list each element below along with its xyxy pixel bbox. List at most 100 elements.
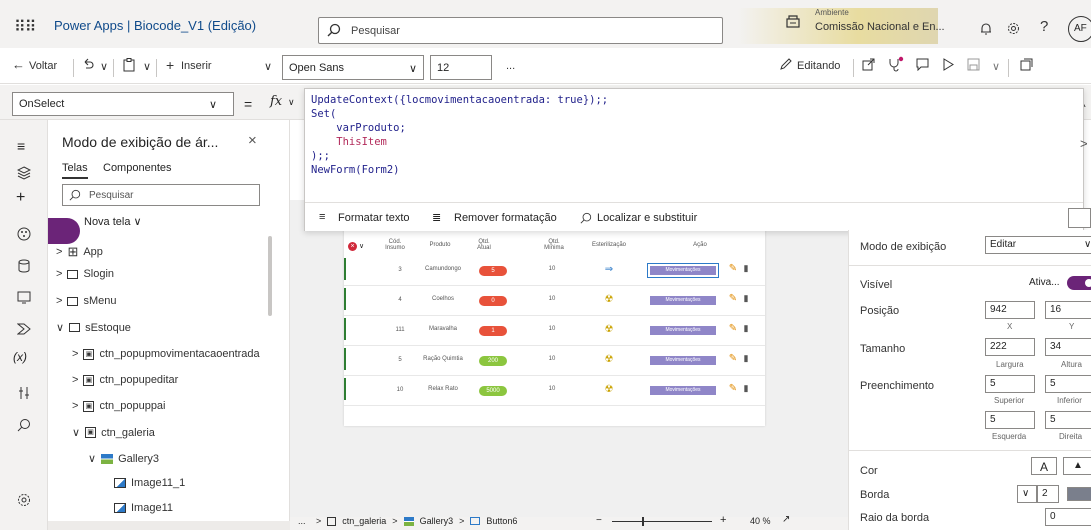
padding-left-input[interactable]: 5 xyxy=(985,411,1035,429)
more-options[interactable]: ... xyxy=(506,60,515,72)
advanced-tools-icon[interactable] xyxy=(18,386,30,400)
border-style-select[interactable]: ∨ xyxy=(1017,485,1037,503)
zoom-out-button[interactable]: − xyxy=(596,515,602,526)
chevron-down-icon[interactable]: ∨ xyxy=(100,60,108,73)
breadcrumb-item[interactable]: Gallery3 xyxy=(420,516,454,526)
tree-item-container[interactable]: > ▣ ctn_popupmovimentacaoentrada xyxy=(72,348,260,360)
environment-value[interactable]: Comissão Nacional e En... xyxy=(815,21,945,33)
zoom-slider-thumb[interactable] xyxy=(642,517,644,526)
settings-icon[interactable] xyxy=(1007,22,1020,35)
font-family-select[interactable]: Open Sans ∨ xyxy=(282,55,424,80)
back-arrow-icon[interactable]: ← xyxy=(12,57,25,72)
find-replace-button[interactable]: Localizar e substituir xyxy=(597,212,697,224)
pencil-icon[interactable]: ✎ xyxy=(728,293,738,304)
movements-button[interactable]: Movimentações xyxy=(650,356,716,365)
power-automate-icon[interactable] xyxy=(17,322,31,336)
delete-icon[interactable]: ▮ xyxy=(741,323,751,334)
share-icon[interactable] xyxy=(862,58,875,71)
search-icon[interactable] xyxy=(17,418,31,432)
pencil-icon[interactable] xyxy=(780,58,792,70)
fill-color-icon[interactable]: ▲ xyxy=(1063,457,1091,475)
chevron-down-icon[interactable]: ∨ xyxy=(288,97,295,108)
tree-item-app[interactable]: > ⊞ App xyxy=(56,244,103,260)
tree-item-container[interactable]: > ▣ ctn_popupeditar xyxy=(72,374,178,386)
padding-right-input[interactable]: 5 xyxy=(1045,411,1091,429)
tree-item-screen[interactable]: ∨ sEstoque xyxy=(56,321,131,335)
chevron-down-icon[interactable]: ∨ xyxy=(264,60,272,73)
menu-icon[interactable]: ≡ xyxy=(17,138,25,154)
delete-icon[interactable]: ▮ xyxy=(741,263,751,274)
variables-icon[interactable]: (x) xyxy=(13,350,27,364)
comments-icon[interactable] xyxy=(916,58,929,71)
padding-top-input[interactable]: 5 xyxy=(985,375,1035,393)
x-input[interactable]: 942 xyxy=(985,301,1035,319)
fit-to-window-icon[interactable]: ↗ xyxy=(782,514,790,525)
font-size-input[interactable]: 12 xyxy=(430,55,492,80)
notification-icon[interactable] xyxy=(980,22,992,35)
save-icon[interactable] xyxy=(967,58,980,71)
movements-button[interactable]: Movimentações xyxy=(650,386,716,395)
breadcrumb-item[interactable]: ctn_galeria xyxy=(342,516,386,526)
app-checker-icon[interactable] xyxy=(888,56,904,72)
pencil-icon[interactable]: ✎ xyxy=(728,353,738,364)
delete-icon[interactable]: ▮ xyxy=(741,353,751,364)
property-select[interactable]: OnSelect ∨ xyxy=(12,92,234,116)
media-icon[interactable] xyxy=(17,290,31,304)
data-icon[interactable] xyxy=(17,227,31,241)
tree-item-screen[interactable]: > sMenu xyxy=(56,295,116,307)
editing-status[interactable]: Editando xyxy=(797,60,840,72)
tree-item-image[interactable]: Image11 xyxy=(114,502,173,514)
chevron-down-icon[interactable]: ∨ xyxy=(992,60,1000,73)
undo-icon[interactable] xyxy=(82,58,94,72)
tab-screens[interactable]: Telas xyxy=(62,162,88,179)
publish-icon[interactable] xyxy=(1020,58,1033,71)
zoom-slider[interactable] xyxy=(612,517,712,526)
close-icon[interactable]: × xyxy=(248,132,257,149)
app-launcher-icon[interactable]: ⠿⠿ xyxy=(14,17,36,37)
selected-tree-item[interactable] xyxy=(48,521,290,530)
tree-item-container[interactable]: ∨ ▣ ctn_galeria xyxy=(72,426,155,440)
format-text-button[interactable]: Formatar texto xyxy=(338,212,410,224)
chevron-down-icon[interactable]: ∨ xyxy=(359,242,364,250)
border-color-swatch[interactable] xyxy=(1067,487,1091,501)
tree-item-image[interactable]: Image11_1 xyxy=(114,477,185,489)
close-icon[interactable]: × xyxy=(348,242,357,251)
tree-item-gallery[interactable]: ∨ Gallery3 xyxy=(88,452,159,466)
movements-button[interactable]: Movimentações xyxy=(647,263,719,278)
database-icon[interactable] xyxy=(17,259,31,273)
more-crumbs[interactable]: ... xyxy=(298,516,306,526)
padding-bottom-input[interactable]: 5 xyxy=(1045,375,1091,393)
tab-components[interactable]: Componentes xyxy=(103,162,172,174)
y-input[interactable]: 16 xyxy=(1045,301,1091,319)
chevron-down-icon[interactable]: ∨ xyxy=(143,60,151,73)
paste-icon[interactable] xyxy=(123,58,135,72)
width-input[interactable]: 222 xyxy=(985,338,1035,356)
scrollbar[interactable] xyxy=(268,236,272,316)
movements-button[interactable]: Movimentações xyxy=(650,296,716,305)
height-input[interactable]: 34 xyxy=(1045,338,1091,356)
avatar[interactable]: AF xyxy=(1068,16,1091,42)
tree-item-screen[interactable]: > Slogin xyxy=(56,268,114,280)
insert-button[interactable]: Inserir xyxy=(181,60,212,72)
display-mode-select[interactable]: Editar ∨ xyxy=(985,236,1091,254)
delete-icon[interactable]: ▮ xyxy=(741,293,751,304)
chevron-right-icon[interactable]: > xyxy=(1080,136,1088,151)
formula-code[interactable]: UpdateContext({locmovimentacaoentrada: t… xyxy=(311,93,608,177)
tree-view-icon[interactable] xyxy=(17,166,31,180)
pencil-icon[interactable]: ✎ xyxy=(728,323,738,334)
search-box[interactable]: Pesquisar xyxy=(318,17,723,44)
formula-editor[interactable]: UpdateContext({locmovimentacaoentrada: t… xyxy=(304,88,1084,231)
movements-button[interactable]: Movimentações xyxy=(650,326,716,335)
tree-search-input[interactable]: Pesquisar xyxy=(62,184,260,206)
zoom-in-button[interactable]: + xyxy=(720,514,726,526)
play-icon[interactable] xyxy=(942,58,954,71)
property-search-input[interactable] xyxy=(1068,208,1091,228)
border-radius-input[interactable]: 0 xyxy=(1045,508,1091,526)
visible-toggle[interactable] xyxy=(1067,276,1091,290)
settings-icon[interactable] xyxy=(17,493,31,507)
back-button[interactable]: Voltar xyxy=(29,60,57,72)
plus-icon[interactable]: + xyxy=(166,57,174,73)
pencil-icon[interactable]: ✎ xyxy=(728,383,738,394)
tree-item-container[interactable]: > ▣ ctn_popuppai xyxy=(72,400,166,412)
breadcrumb-item[interactable]: Button6 xyxy=(486,516,517,526)
